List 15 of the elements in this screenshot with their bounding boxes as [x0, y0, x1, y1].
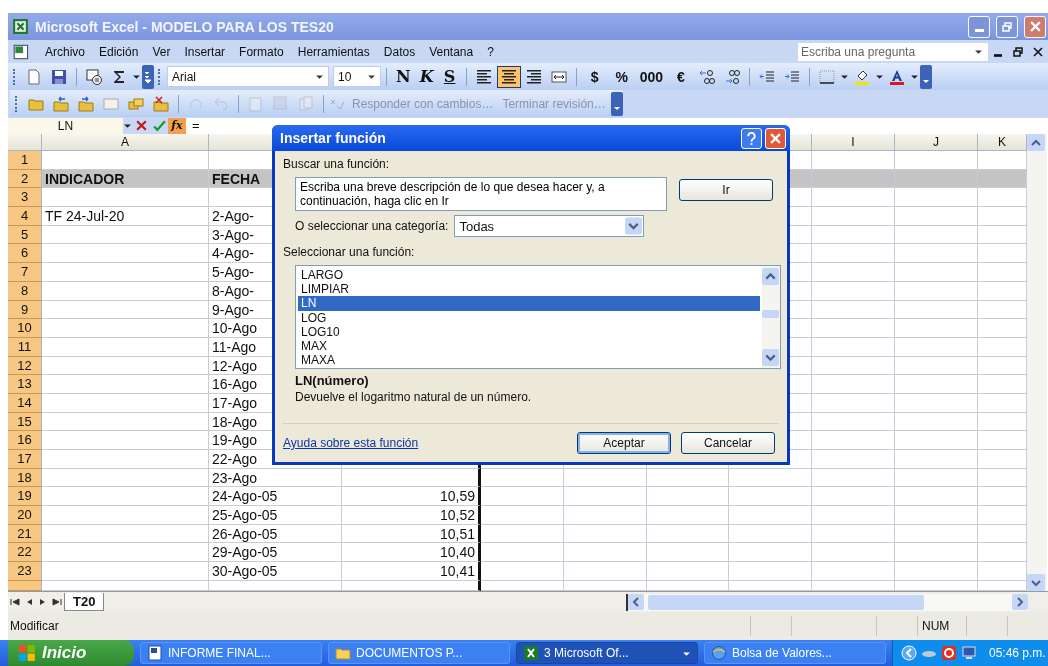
- clock-text: 05:46 p.m.: [989, 646, 1046, 660]
- table-cell: 24-Ago-05: [209, 487, 342, 507]
- search-label: Buscar una función:: [283, 157, 391, 171]
- window-title: Microsoft Excel - MODELO PARA LOS TES20: [35, 18, 334, 35]
- table-cell: 25-Ago-05: [209, 506, 342, 525]
- table-cell: 10,40: [342, 543, 481, 563]
- status-text: Modificar: [9, 619, 59, 633]
- table-cell: TF 24-Jul-20: [42, 207, 209, 226]
- table-cell: 30-Ago-05: [209, 562, 342, 581]
- table-cell: 10,59: [342, 487, 481, 507]
- table-cell: 10,41: [342, 562, 481, 581]
- num-lock-indicator: NUM: [917, 616, 966, 636]
- table-cell: 10,52: [342, 506, 481, 525]
- dialog-title: Insertar función: [280, 130, 386, 146]
- table-cell: 29-Ago-05: [209, 543, 342, 563]
